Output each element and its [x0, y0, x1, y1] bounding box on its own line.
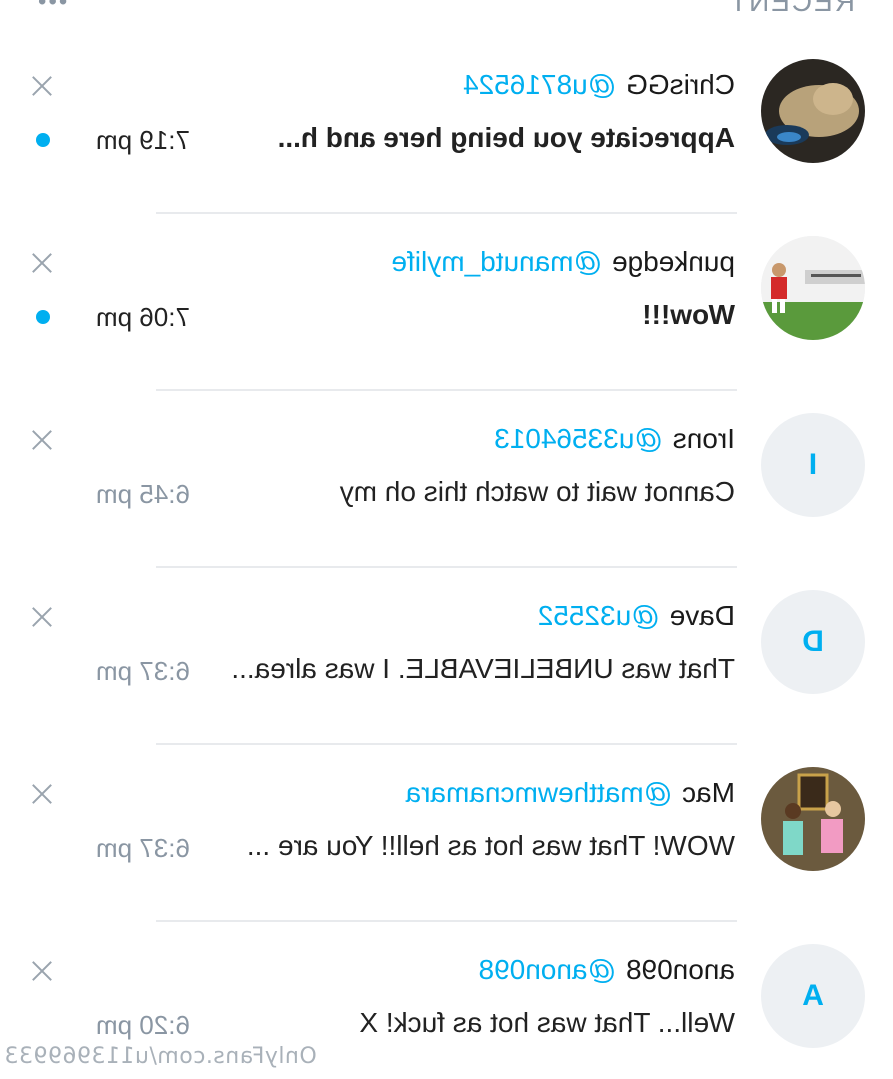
chat-row[interactable]: I Irons @u33564013 Cannot wait to watch t…	[0, 391, 893, 568]
close-icon[interactable]	[30, 782, 54, 806]
avatar[interactable]	[761, 59, 865, 163]
avatar[interactable]: A	[761, 944, 865, 1048]
section-title: RECENT	[727, 0, 855, 17]
name-line: Irons @u33564013	[494, 423, 735, 455]
contact-username[interactable]: @anon098	[479, 954, 616, 985]
contact-username[interactable]: @u8716524	[463, 69, 616, 100]
message-preview: WOW! That was hot as hell!! You are ...	[246, 830, 735, 861]
close-icon[interactable]	[30, 428, 54, 452]
message-preview: Well... That was hot as fuck! X	[359, 1007, 735, 1038]
close-icon[interactable]	[30, 74, 54, 98]
chat-row[interactable]: ChrisGG @u8716524 Appreciate you being he…	[0, 37, 893, 214]
message-time: 6:37 pm	[96, 656, 190, 686]
avatar[interactable]: I	[761, 413, 865, 517]
contact-name[interactable]: Irons	[673, 423, 735, 454]
contact-name[interactable]: ChrisGG	[626, 69, 735, 100]
avatar-photo-couple	[761, 767, 865, 871]
watermark: OnlyFans.com/u113969933	[4, 1044, 317, 1069]
name-line: Dave @u32552	[538, 600, 735, 632]
contact-name[interactable]: anon098	[626, 954, 735, 985]
contact-name[interactable]: Dave	[670, 600, 735, 631]
chat-list-screen: RECENT ••• ChrisGG @u8716524 Appreciate y…	[0, 0, 893, 1079]
unread-dot-icon	[36, 310, 50, 324]
name-line: punkedge @manutd_mylife	[391, 246, 735, 278]
close-icon[interactable]	[30, 605, 54, 629]
message-time: 6:45 pm	[96, 479, 190, 509]
name-line: anon098 @anon098	[479, 954, 735, 986]
avatar-photo-football	[761, 236, 865, 340]
avatar[interactable]	[761, 767, 865, 871]
avatar-initial: D	[802, 625, 824, 658]
close-icon[interactable]	[30, 959, 54, 983]
avatar[interactable]: D	[761, 590, 865, 694]
unread-dot-icon	[36, 133, 50, 147]
avatar[interactable]	[761, 236, 865, 340]
contact-username[interactable]: @matthewmcnamara	[406, 777, 673, 808]
message-preview: That was UNBELIEVABLE. I was alrea...	[231, 653, 735, 684]
chat-row[interactable]: punkedge @manutd_mylife Wow!!! 7:06 pm	[0, 214, 893, 391]
chat-list: ChrisGG @u8716524 Appreciate you being he…	[0, 37, 893, 1079]
name-line: ChrisGG @u8716524	[463, 69, 735, 101]
contact-username[interactable]: @manutd_mylife	[391, 246, 602, 277]
more-dots-icon[interactable]: •••	[36, 0, 67, 16]
contact-name[interactable]: Mac	[682, 777, 735, 808]
avatar-photo-cat	[761, 59, 865, 163]
message-time: 7:06 pm	[96, 302, 190, 332]
contact-username[interactable]: @u32552	[538, 600, 660, 631]
message-preview: Appreciate you being here and h...	[277, 122, 735, 153]
chat-row[interactable]: Mac @matthewmcnamara WOW! That was hot as…	[0, 745, 893, 922]
message-preview: Wow!!!	[642, 299, 735, 330]
contact-username[interactable]: @u33564013	[494, 423, 663, 454]
chat-row[interactable]: D Dave @u32552 That was UNBELIEVABLE. I w…	[0, 568, 893, 745]
name-line: Mac @matthewmcnamara	[406, 777, 735, 809]
message-time: 6:20 pm	[96, 1010, 190, 1040]
message-time: 6:37 pm	[96, 833, 190, 863]
message-time: 7:19 pm	[96, 125, 190, 155]
header: RECENT •••	[0, 0, 893, 20]
close-icon[interactable]	[30, 251, 54, 275]
avatar-initial: A	[802, 979, 824, 1012]
message-preview: Cannot wait to watch this oh my	[339, 476, 735, 507]
avatar-initial: I	[808, 448, 818, 481]
contact-name[interactable]: punkedge	[612, 246, 735, 277]
